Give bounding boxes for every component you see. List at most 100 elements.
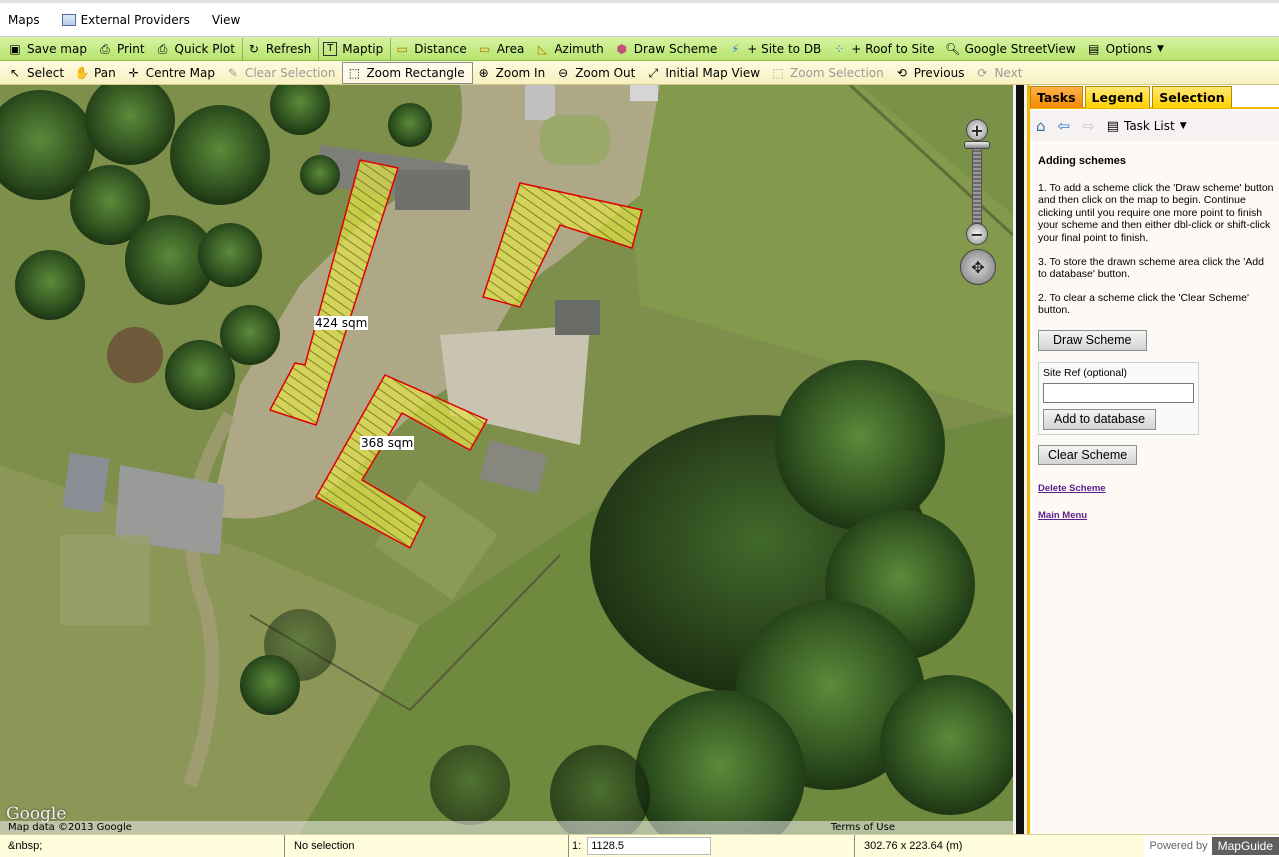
distance-button[interactable]: ▭ Distance xyxy=(390,37,473,60)
extent-readout: 302.76 x 223.64 (m) xyxy=(854,835,1134,857)
cube-icon: ⬢ xyxy=(616,41,628,56)
printer-icon: ⎙ xyxy=(100,41,110,56)
maptip-label: Maptip xyxy=(342,41,384,56)
azimuth-label: Azimuth xyxy=(554,41,604,56)
terms-of-use-link[interactable]: Terms of Use xyxy=(831,822,895,833)
zoom-selection-label: Zoom Selection xyxy=(790,65,884,80)
add-to-database-button[interactable]: Add to database xyxy=(1043,409,1157,430)
extent-text: 302.76 x 223.64 (m) xyxy=(864,840,963,852)
previous-view-icon: ⟲ xyxy=(896,65,907,80)
menu-maps-label: Maps xyxy=(8,12,40,27)
main-toolbar: ▣ Save map ⎙ Print ⎙ Quick Plot ↻ Refresh TM… xyxy=(0,37,1279,61)
main-menu-link[interactable]: Main Menu xyxy=(1038,510,1274,523)
tab-legend[interactable]: Legend xyxy=(1084,86,1151,108)
selection-text: No selection xyxy=(294,840,355,852)
area-button[interactable]: ▭ Area xyxy=(474,38,532,60)
print-label: Print xyxy=(116,41,145,56)
zoom-minus-icon[interactable]: − xyxy=(966,223,988,245)
azimuth-icon: ◺ xyxy=(537,41,547,56)
ruler-icon: ▭ xyxy=(396,41,408,56)
clear-selection-button[interactable]: ✎ Clear Selection xyxy=(222,62,343,84)
site-to-db-button[interactable]: ⚡ + Site to DB xyxy=(724,38,828,60)
previous-label: Previous xyxy=(913,65,965,80)
zoom-out-label: Zoom Out xyxy=(575,65,636,80)
zoom-selection-button[interactable]: ⬚ Zoom Selection xyxy=(767,62,891,84)
panel-tabs: Tasks Legend Selection xyxy=(1030,85,1279,109)
zoom-control: + − ✥ xyxy=(958,99,996,289)
map-attribution: Map data ©2013 Google xyxy=(8,822,132,833)
centre-map-button[interactable]: ✛ Centre Map xyxy=(123,62,222,84)
refresh-label: Refresh xyxy=(265,41,312,56)
zoom-in-label: Zoom In xyxy=(495,65,546,80)
site-icon: ⚡ xyxy=(731,41,740,56)
zoom-rectangle-button[interactable]: ⬚ Zoom Rectangle xyxy=(342,61,473,84)
save-map-label: Save map xyxy=(27,41,87,56)
scale-input[interactable]: 1128.5 xyxy=(587,837,712,855)
arrow-cursor-icon: ↖ xyxy=(9,65,21,80)
clear-selection-label: Clear Selection xyxy=(244,65,336,80)
next-view-icon: ⟳ xyxy=(977,65,988,80)
draw-scheme-button[interactable]: Draw Scheme xyxy=(1038,329,1147,351)
back-arrow-icon[interactable]: ⇦ xyxy=(1058,117,1071,135)
zoom-slider-handle[interactable] xyxy=(964,141,990,149)
site-ref-input[interactable] xyxy=(1043,383,1194,404)
zoom-out-button[interactable]: ⊖ Zoom Out xyxy=(552,62,642,84)
status-bar: &nbsp; No selection 1: 1128.5 302.76 x 2… xyxy=(0,834,1279,857)
zoom-plus-icon[interactable]: + xyxy=(966,119,988,141)
roof-to-site-button[interactable]: ⁘ + Roof to Site xyxy=(828,38,941,60)
roof-to-site-label: + Roof to Site xyxy=(851,41,935,56)
menu-external-providers-label: External Providers xyxy=(80,12,190,27)
menu-view[interactable]: View xyxy=(212,13,240,27)
home-icon[interactable]: ⌂ xyxy=(1036,117,1046,135)
draw-scheme-toolbar-button[interactable]: ⬢ Draw Scheme xyxy=(611,38,724,60)
task-list-label: Task List xyxy=(1123,119,1175,133)
clear-scheme-button[interactable]: Clear Scheme xyxy=(1038,444,1138,466)
tab-selection[interactable]: Selection xyxy=(1152,86,1232,108)
instruction-2: 3. To store the drawn scheme area click … xyxy=(1038,255,1264,281)
area-label: Area xyxy=(496,41,525,56)
task-list-dropdown[interactable]: ▤ Task List ▼ xyxy=(1107,119,1187,134)
pan-compass-icon[interactable]: ✥ xyxy=(960,249,996,285)
menu-maps[interactable]: Maps xyxy=(8,13,40,27)
maptip-button[interactable]: T Maptip xyxy=(318,37,390,60)
map-view[interactable]: 424 sqm 368 sqm + − ✥ Google Map data ©2… xyxy=(0,85,1013,834)
delete-scheme-link[interactable]: Delete Scheme xyxy=(1038,483,1274,496)
initial-map-view-button[interactable]: ⤢ Initial Map View xyxy=(642,62,767,84)
azimuth-button[interactable]: ◺ Azimuth xyxy=(531,38,610,60)
quick-plot-button[interactable]: ⎙ Quick Plot xyxy=(152,38,242,60)
zoom-in-button[interactable]: ⊕ Zoom In xyxy=(473,62,553,84)
save-map-button[interactable]: ▣ Save map xyxy=(4,38,94,60)
expand-icon: ⤢ xyxy=(648,65,659,80)
panel-splitter[interactable] xyxy=(1013,85,1027,834)
site-ref-group: Site Ref (optional) Add to database xyxy=(1038,361,1199,435)
site-to-db-label: + Site to DB xyxy=(747,41,822,56)
zoom-slider-track[interactable] xyxy=(972,147,982,231)
options-icon: ▤ xyxy=(1088,41,1100,56)
site-ref-label: Site Ref (optional) xyxy=(1043,366,1128,379)
chevron-down-icon: ▼ xyxy=(1179,121,1187,131)
menu-bar: Maps External Providers View xyxy=(0,0,1279,37)
quick-plot-label: Quick Plot xyxy=(174,41,235,56)
tab-tasks[interactable]: Tasks xyxy=(1030,86,1083,108)
floppy-icon: ▣ xyxy=(9,41,21,56)
task-toolbar: ⌂ ⇦ ⇨ ▤ Task List ▼ xyxy=(1030,111,1279,141)
refresh-button[interactable]: ↻ Refresh xyxy=(241,37,318,60)
streetview-button[interactable]: 🔍︎ Google StreetView xyxy=(942,38,1083,60)
menu-external-providers[interactable]: External Providers xyxy=(61,12,190,27)
select-button[interactable]: ↖ Select xyxy=(4,62,71,84)
forward-arrow-icon[interactable]: ⇨ xyxy=(1082,117,1095,135)
next-button[interactable]: ⟳ Next xyxy=(971,62,1029,84)
maptip-icon: T xyxy=(323,41,338,56)
scale-prefix: 1: xyxy=(572,840,582,852)
area-label-2: 368 sqm xyxy=(360,436,415,450)
centre-map-label: Centre Map xyxy=(145,65,215,80)
area-label-1: 424 sqm xyxy=(314,316,369,330)
previous-button[interactable]: ⟲ Previous xyxy=(891,62,972,84)
eraser-icon: ✎ xyxy=(227,65,238,80)
options-button[interactable]: ▤ Options ▼ xyxy=(1083,38,1171,60)
pan-button[interactable]: ✋ Pan xyxy=(71,62,123,84)
next-label: Next xyxy=(994,65,1023,80)
print-button[interactable]: ⎙ Print xyxy=(94,38,152,60)
menu-view-label: View xyxy=(211,12,241,27)
selection-status: No selection xyxy=(284,835,568,857)
